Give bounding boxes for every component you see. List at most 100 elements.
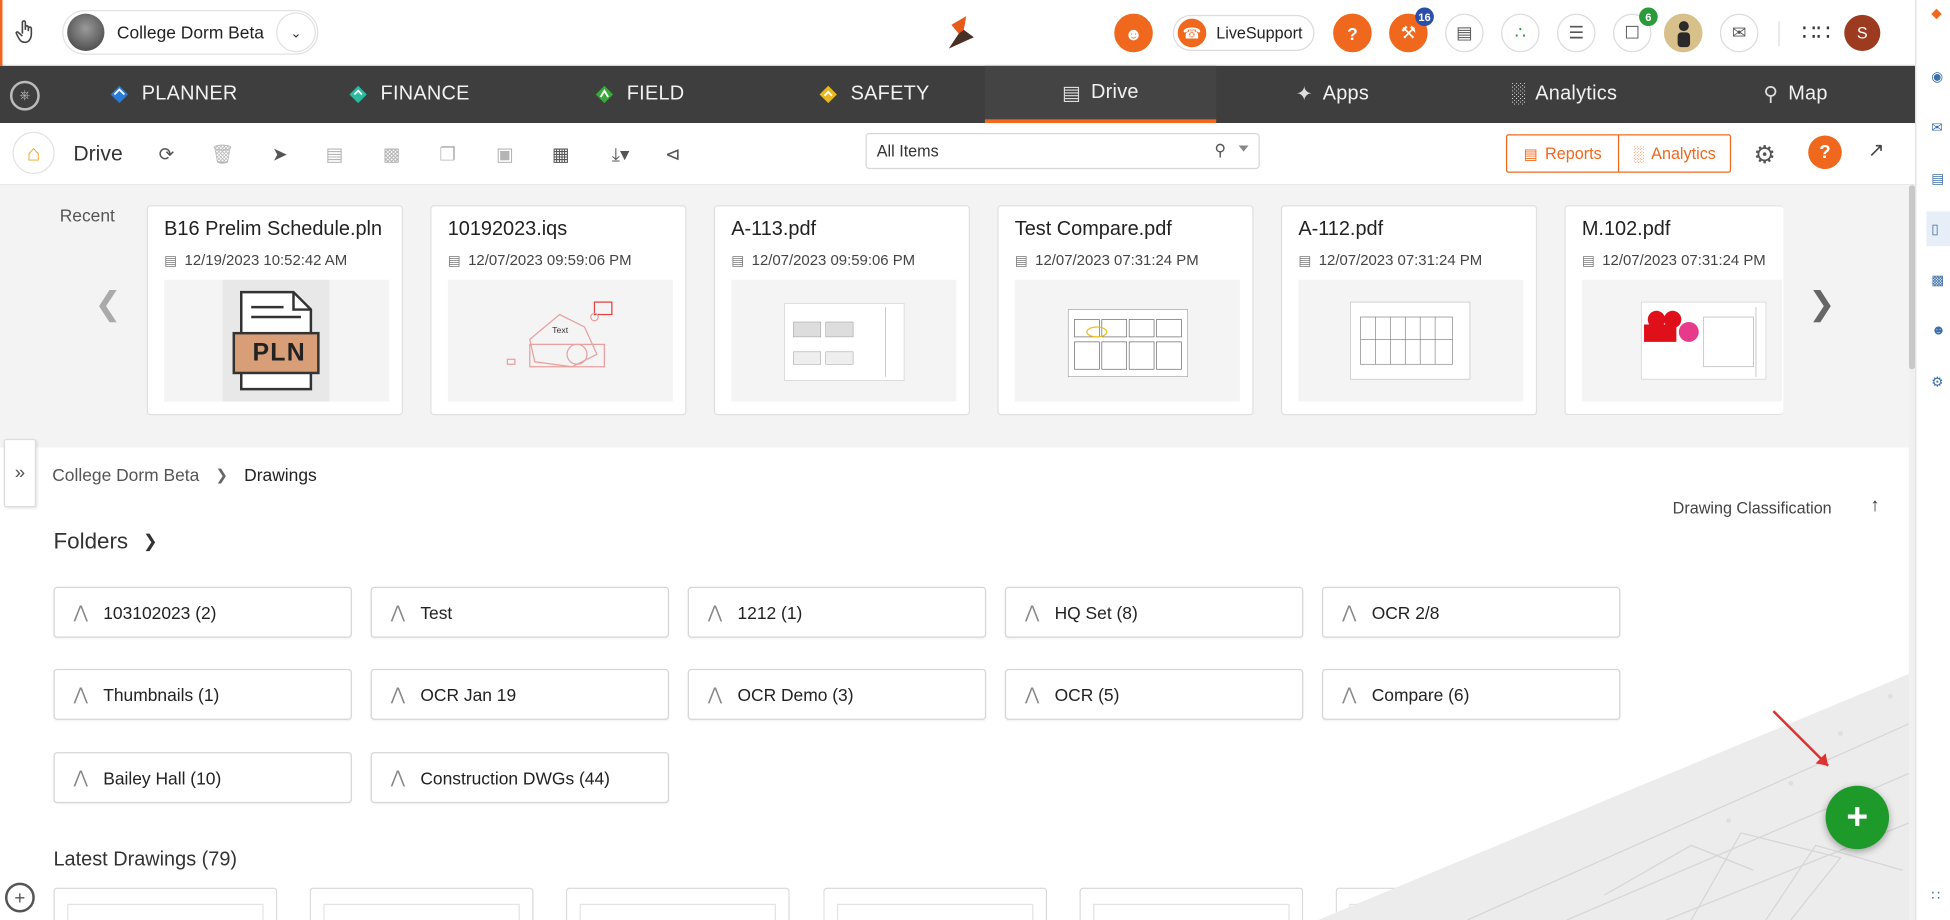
- compass-icon: ⋀: [390, 767, 406, 787]
- chat-icon[interactable]: ✉: [1719, 13, 1759, 53]
- drawing-preview: [1350, 301, 1471, 380]
- home-icon[interactable]: ⌂: [12, 131, 55, 175]
- bar-chart-icon: ░: [1633, 144, 1644, 163]
- folder-item[interactable]: ⋀ Construction DWGs (44): [370, 752, 670, 804]
- chevron-right-icon: ❯: [143, 530, 158, 551]
- project-selector[interactable]: College Dorm Beta ⌄: [62, 9, 319, 55]
- drawing-card[interactable]: [53, 887, 278, 920]
- calculator-icon[interactable]: ▦: [547, 140, 574, 167]
- user-avatar[interactable]: S: [1844, 14, 1881, 51]
- compass-icon: ⋀: [707, 683, 723, 704]
- tools-icon[interactable]: ⚒ 16: [1389, 7, 1434, 53]
- reports-button[interactable]: ▤ Reports: [1507, 136, 1618, 172]
- folders-heading[interactable]: Folders ❯: [53, 528, 157, 554]
- drawing-card[interactable]: [1079, 887, 1304, 920]
- cart-icon[interactable]: ☐ 6: [1612, 7, 1658, 53]
- project-name: College Dorm Beta: [116, 22, 264, 43]
- app-grid-icon[interactable]: ∷∷: [1802, 20, 1830, 46]
- recent-card[interactable]: 10192023.iqs ▤ 12/07/2023 09:59:06 PM Tex…: [430, 205, 687, 416]
- document-icon[interactable]: ▤: [1445, 13, 1484, 53]
- recent-card-date: ▤ 12/19/2023 10:52:42 AM: [164, 251, 347, 268]
- folder-item[interactable]: ⋀ 1212 (1): [687, 586, 987, 638]
- external-link-icon[interactable]: ↗: [1868, 138, 1885, 163]
- drawing-card-thumbnail: [323, 903, 520, 920]
- analytics-button[interactable]: ░ Analytics: [1617, 135, 1730, 172]
- copy-icon[interactable]: ❐: [434, 140, 461, 167]
- hand-pointer-icon[interactable]: [12, 19, 39, 46]
- trash-icon[interactable]: 🗑: [209, 140, 236, 167]
- nav-apps[interactable]: ✦ Apps: [1296, 66, 1369, 123]
- drawing-card[interactable]: [565, 887, 790, 920]
- drawing-card[interactable]: [823, 887, 1048, 920]
- share-icon[interactable]: ⊲: [659, 140, 686, 167]
- rail-logo-icon[interactable]: ◆: [1931, 5, 1948, 21]
- drawing-card-thumbnail: [579, 903, 777, 920]
- rail-book-icon[interactable]: ▯: [1931, 221, 1948, 238]
- folder-item[interactable]: ⋀ OCR Demo (3): [687, 668, 987, 720]
- inbox-icon[interactable]: ☰: [1556, 13, 1596, 53]
- rail-contact-icon[interactable]: ▤: [1931, 170, 1948, 187]
- accent-line: [0, 0, 3, 66]
- rail-grid-icon[interactable]: ∷: [1931, 888, 1948, 904]
- nav-map[interactable]: ⚲ Map: [1763, 66, 1827, 123]
- folder-item[interactable]: ⋀ Thumbnails (1): [53, 668, 352, 720]
- download-icon[interactable]: ⤓▾: [602, 140, 639, 167]
- breadcrumb-root[interactable]: College Dorm Beta: [52, 465, 199, 485]
- refresh-icon[interactable]: ⟳: [153, 140, 180, 167]
- rail-gear-icon[interactable]: ⚙: [1931, 374, 1948, 390]
- nav-planner[interactable]: PLANNER: [107, 66, 238, 123]
- drawing-card[interactable]: [309, 887, 534, 920]
- live-support-button[interactable]: ☎ LiveSupport: [1172, 14, 1315, 51]
- file-settings-icon[interactable]: ▩: [378, 140, 405, 167]
- recent-card[interactable]: A-113.pdf ▤ 12/07/2023 09:59:06 PM: [713, 205, 971, 416]
- help-icon[interactable]: ?: [1333, 13, 1372, 53]
- nav-finance-label: FINANCE: [380, 83, 470, 105]
- search-icon[interactable]: ⚲: [1214, 140, 1226, 160]
- folder-item[interactable]: ⋀ OCR 2/8: [1321, 586, 1621, 638]
- folder-item[interactable]: ⋀ OCR (5): [1004, 668, 1304, 720]
- nav-field[interactable]: FIELD: [592, 66, 684, 123]
- camera-icon[interactable]: ▣: [491, 140, 518, 167]
- recent-card[interactable]: A-112.pdf ▤ 12/07/2023 07:31:24 PM: [1280, 205, 1538, 416]
- add-circle-icon[interactable]: +: [4, 882, 35, 913]
- rail-print-icon[interactable]: ▩: [1931, 272, 1948, 289]
- nav-field-label: FIELD: [626, 83, 685, 105]
- sort-label[interactable]: Drawing Classification: [1673, 499, 1832, 518]
- folder-item[interactable]: ⋀ OCR Jan 19: [370, 668, 670, 720]
- id-card-icon[interactable]: ▤: [321, 140, 348, 167]
- gear-icon[interactable]: ⚙: [1753, 139, 1775, 170]
- nav-drive[interactable]: ▤ Drive: [984, 65, 1217, 124]
- nav-safety[interactable]: SAFETY: [816, 66, 930, 123]
- rail-eye-icon[interactable]: ◉: [1931, 68, 1948, 85]
- drawing-card-thumbnail: [1093, 903, 1290, 920]
- recent-card-thumbnail: [1014, 279, 1240, 402]
- item-filter-select[interactable]: All Items ⚲: [865, 133, 1260, 170]
- add-button[interactable]: +: [1825, 785, 1890, 850]
- help-icon[interactable]: ?: [1808, 135, 1842, 170]
- chevron-right-icon[interactable]: ❯: [1808, 285, 1835, 324]
- folder-item[interactable]: ⋀ 103102023 (2): [53, 586, 352, 638]
- mascot-icon[interactable]: ☻: [1114, 13, 1153, 53]
- nav-analytics[interactable]: ░ Analytics: [1511, 66, 1617, 123]
- folder-item[interactable]: ⋀ HQ Set (8): [1004, 586, 1304, 638]
- compass-icon: ⋀: [73, 767, 88, 787]
- expand-sidebar-button[interactable]: »: [3, 438, 37, 508]
- folder-item[interactable]: ⋀ Test: [370, 586, 670, 638]
- recent-card[interactable]: M.102.pdf ▤ 12/07/2023 07:31:24 PM: [1564, 205, 1784, 416]
- caret-down-icon[interactable]: [1238, 145, 1249, 152]
- cart-badge: 6: [1639, 7, 1658, 27]
- user-photo-avatar[interactable]: [1663, 13, 1703, 53]
- recent-card[interactable]: B16 Prelim Schedule.pln ▤ 12/19/2023 10:5…: [146, 205, 403, 416]
- nav-finance[interactable]: FINANCE: [346, 66, 470, 123]
- folder-item[interactable]: ⋀ Bailey Hall (10): [53, 752, 352, 804]
- tag-icon[interactable]: ➤: [266, 140, 293, 167]
- rail-users-icon[interactable]: ☻: [1931, 323, 1948, 338]
- rail-mail-icon[interactable]: ✉: [1931, 119, 1948, 136]
- sort-ascending-icon[interactable]: ↑: [1870, 495, 1879, 516]
- network-icon[interactable]: ∴: [1501, 13, 1540, 53]
- apps-icon: ✦: [1295, 84, 1313, 106]
- chevron-left-icon[interactable]: ❮: [95, 285, 122, 324]
- chevron-down-icon[interactable]: ⌄: [276, 12, 316, 53]
- recent-card[interactable]: Test Compare.pdf ▤ 12/07/2023 07:31:24 PM: [997, 205, 1254, 416]
- nav-home-icon[interactable]: ⎈: [9, 80, 40, 111]
